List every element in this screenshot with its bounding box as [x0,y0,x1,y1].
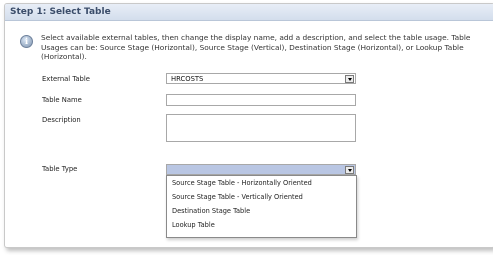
external-table-select[interactable]: HRCOSTS [166,73,356,84]
info-icon: i [20,35,33,48]
chevron-down-icon[interactable] [345,166,354,174]
description-textarea[interactable] [166,114,356,142]
table-name-input[interactable] [166,94,356,106]
table-name-label: Table Name [42,96,82,104]
table-type-select[interactable] [166,164,356,175]
external-table-label: External Table [42,75,90,83]
option-destination-stage[interactable]: Destination Stage Table [172,207,250,215]
step-header: Step 1: Select Table [5,4,494,21]
chevron-down-icon[interactable] [345,75,354,83]
table-type-label: Table Type [42,165,78,173]
info-text: Select available external tables, then c… [41,33,471,61]
table-type-options: Source Stage Table - Horizontally Orient… [166,175,357,238]
external-table-value: HRCOSTS [171,75,204,83]
option-source-stage-vertical[interactable]: Source Stage Table - Vertically Oriented [172,193,303,201]
option-source-stage-horizontal[interactable]: Source Stage Table - Horizontally Orient… [172,179,312,187]
option-lookup-table[interactable]: Lookup Table [172,221,215,229]
page-edge [493,0,500,255]
description-label: Description [42,116,81,124]
